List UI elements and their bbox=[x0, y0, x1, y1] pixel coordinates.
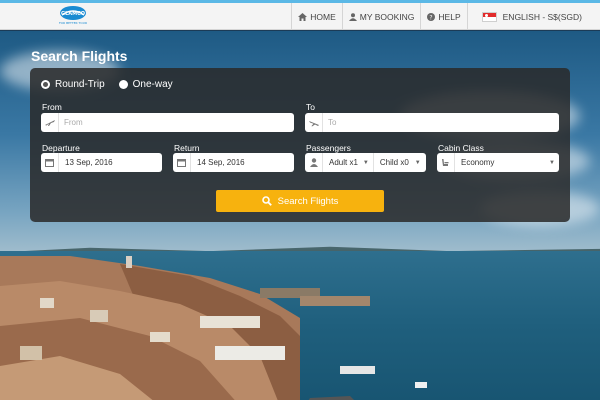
return-date-value: 14 Sep, 2016 bbox=[197, 158, 245, 167]
cabin-class-value: Economy bbox=[461, 158, 495, 167]
singapore-flag-icon bbox=[481, 11, 497, 22]
trip-type-one-way[interactable]: One-way bbox=[118, 79, 173, 90]
nav-help-label: HELP bbox=[438, 11, 461, 22]
svg-text:FOR BETTER TOUR: FOR BETTER TOUR bbox=[59, 21, 87, 25]
cabin-caret-icon: ▼ bbox=[549, 159, 555, 166]
main-nav: HOME MY BOOKING ? HELP ENGLISH - S$(SGD) bbox=[291, 3, 600, 30]
from-placeholder: From bbox=[64, 118, 83, 127]
passengers-label: Passengers bbox=[306, 143, 351, 153]
nav-help[interactable]: ? HELP bbox=[420, 3, 466, 30]
home-icon bbox=[298, 12, 308, 21]
language-currency-selector[interactable]: ENGLISH - S$(SGD) bbox=[466, 3, 600, 30]
child-count-select[interactable]: Child x0 ▼ bbox=[374, 153, 425, 172]
calendar-icon bbox=[41, 153, 59, 172]
trip-type-round-trip[interactable]: Round-Trip bbox=[41, 79, 105, 90]
adult-count-select[interactable]: Adult x1 ▼ bbox=[323, 153, 373, 172]
departure-date-field[interactable]: 13 Sep, 2016 bbox=[41, 153, 162, 172]
language-currency-label: ENGLISH - S$(SGD) bbox=[502, 11, 582, 22]
return-date-field[interactable]: 14 Sep, 2016 bbox=[173, 153, 294, 172]
svg-text:GLAMCO: GLAMCO bbox=[61, 11, 85, 17]
seat-icon bbox=[437, 153, 455, 172]
nav-home[interactable]: HOME bbox=[291, 3, 342, 30]
from-label: From bbox=[42, 102, 62, 112]
plane-arrive-icon bbox=[305, 113, 323, 132]
to-label: To bbox=[306, 102, 315, 112]
cabin-class-label: Cabin Class bbox=[438, 143, 484, 153]
nav-home-label: HOME bbox=[310, 11, 336, 22]
calendar-icon bbox=[173, 153, 191, 172]
person-icon bbox=[305, 153, 323, 172]
one-way-radio[interactable] bbox=[118, 80, 128, 89]
to-placeholder: To bbox=[328, 118, 337, 127]
departure-date-value: 13 Sep, 2016 bbox=[65, 158, 113, 167]
user-icon bbox=[348, 12, 357, 21]
child-count-value: Child x0 bbox=[379, 158, 409, 167]
trip-type-group: Round-Trip One-way bbox=[41, 79, 187, 90]
one-way-label: One-way bbox=[132, 79, 173, 90]
from-field[interactable]: From bbox=[41, 113, 294, 132]
passengers-field: Adult x1 ▼ Child x0 ▼ bbox=[305, 153, 426, 172]
adult-count-value: Adult x1 bbox=[329, 158, 358, 167]
adult-caret-icon: ▼ bbox=[362, 159, 369, 166]
search-flights-button-label: Search Flights bbox=[277, 195, 339, 207]
search-flights-button[interactable]: Search Flights bbox=[216, 190, 384, 212]
round-trip-label: Round-Trip bbox=[55, 79, 105, 90]
search-icon bbox=[261, 196, 272, 206]
search-flights-panel: Round-Trip One-way From From To To Depar… bbox=[30, 68, 570, 222]
nav-my-booking-label: MY BOOKING bbox=[359, 11, 415, 22]
return-label: Return bbox=[174, 143, 200, 153]
glamco-logo[interactable]: GLAMCO FOR BETTER TOUR bbox=[58, 5, 88, 27]
child-caret-icon: ▼ bbox=[414, 159, 421, 166]
site-header: GLAMCO FOR BETTER TOUR HOME MY BOOKING ?… bbox=[0, 3, 600, 30]
svg-text:?: ? bbox=[430, 14, 433, 21]
search-flights-title: Search Flights bbox=[31, 48, 128, 64]
nav-my-booking[interactable]: MY BOOKING bbox=[341, 3, 421, 30]
plane-depart-icon bbox=[41, 113, 59, 132]
round-trip-radio[interactable] bbox=[41, 80, 50, 89]
help-icon: ? bbox=[427, 12, 436, 21]
to-field[interactable]: To bbox=[305, 113, 559, 132]
cabin-class-select[interactable]: Economy ▼ bbox=[437, 153, 559, 172]
departure-label: Departure bbox=[42, 143, 80, 153]
